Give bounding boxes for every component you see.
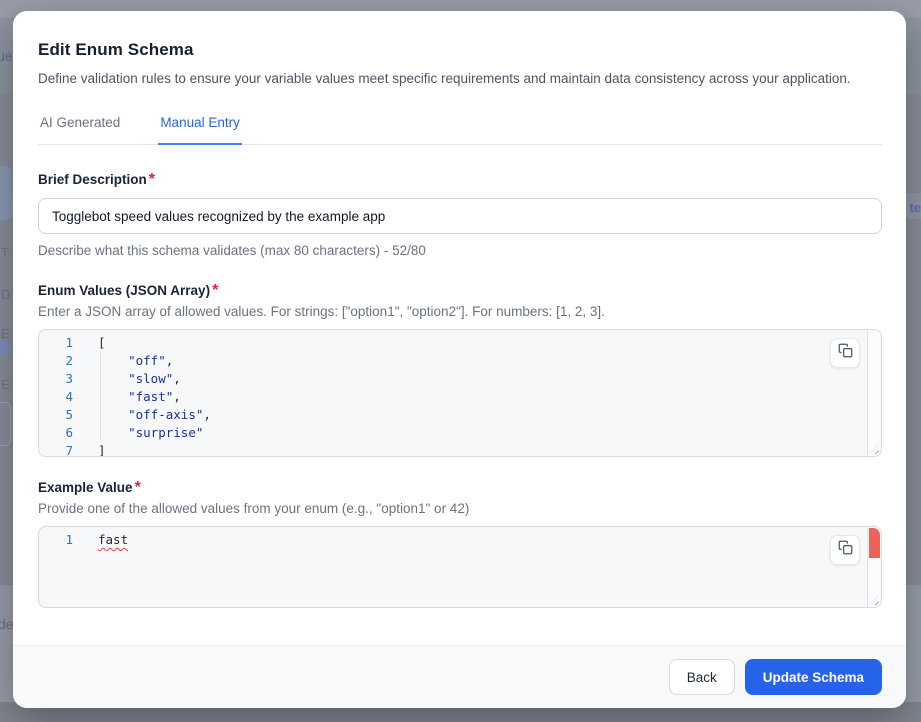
- code-line: 1[: [39, 334, 881, 352]
- example-value-label: Example Value*: [38, 479, 882, 497]
- backdrop-text-fragment: E: [1, 377, 10, 392]
- code-line: 4 "fast",: [39, 388, 881, 406]
- required-asterisk: *: [149, 171, 155, 188]
- dialog-title: Edit Enum Schema: [38, 40, 882, 60]
- required-asterisk: *: [135, 479, 141, 496]
- backdrop-badge-fragment: [0, 340, 9, 354]
- example-value-code-editor[interactable]: 1fast: [38, 526, 882, 608]
- backdrop-text-fragment: D: [1, 287, 10, 302]
- tab-ai-generated[interactable]: AI Generated: [38, 115, 122, 144]
- back-button[interactable]: Back: [669, 659, 735, 695]
- required-asterisk: *: [212, 282, 218, 299]
- backdrop-input-fragment: [0, 166, 11, 220]
- backdrop-text-fragment: ue: [0, 48, 13, 64]
- edit-enum-schema-dialog: Edit Enum Schema Define validation rules…: [13, 11, 906, 708]
- backdrop-button-fragment: [0, 402, 11, 446]
- copy-button[interactable]: [830, 535, 860, 565]
- code-lines: 1fast: [39, 527, 881, 549]
- code-line: 5 "off-axis",: [39, 406, 881, 424]
- dialog-body: Edit Enum Schema Define validation rules…: [13, 11, 906, 645]
- backdrop-text-fragment: T: [1, 245, 9, 260]
- code-line: 6 "surprise": [39, 424, 881, 442]
- code-line: 3 "slow",: [39, 370, 881, 388]
- lint-error-marker: [869, 528, 880, 558]
- tab-manual-entry[interactable]: Manual Entry: [158, 115, 242, 145]
- example-value-section: Example Value* Provide one of the allowe…: [38, 479, 882, 608]
- code-line: 7]: [39, 442, 881, 457]
- backdrop-text-fragment: de: [0, 616, 14, 632]
- brief-description-input[interactable]: [38, 198, 882, 234]
- code-line: 2 "off",: [39, 352, 881, 370]
- copy-button[interactable]: [830, 338, 860, 368]
- enum-values-label: Enum Values (JSON Array)*: [38, 282, 882, 300]
- scrollbar-track[interactable]: [867, 330, 881, 456]
- enum-values-code-editor[interactable]: 1[2 "off",3 "slow",4 "fast",5 "off-axis"…: [38, 329, 882, 457]
- update-schema-button[interactable]: Update Schema: [745, 659, 882, 695]
- enum-values-section: Enum Values (JSON Array)* Enter a JSON a…: [38, 282, 882, 457]
- copy-icon: [838, 343, 853, 363]
- dialog-description: Define validation rules to ensure your v…: [38, 69, 882, 88]
- example-value-helper: Provide one of the allowed values from y…: [38, 501, 882, 516]
- code-line: 1fast: [39, 531, 881, 549]
- enum-values-helper: Enter a JSON array of allowed values. Fo…: [38, 304, 882, 319]
- dialog-footer: Back Update Schema: [13, 645, 906, 708]
- backdrop-text-fragment: E: [1, 326, 10, 341]
- tab-bar: AI Generated Manual Entry: [38, 115, 882, 145]
- brief-description-section: Brief Description* Describe what this sc…: [38, 171, 882, 258]
- brief-description-helper: Describe what this schema validates (max…: [38, 243, 882, 258]
- copy-icon: [838, 540, 853, 560]
- code-lines: 1[2 "off",3 "slow",4 "fast",5 "off-axis"…: [39, 330, 881, 457]
- brief-description-label: Brief Description*: [38, 171, 882, 189]
- backdrop-link-fragment: te: [909, 200, 921, 215]
